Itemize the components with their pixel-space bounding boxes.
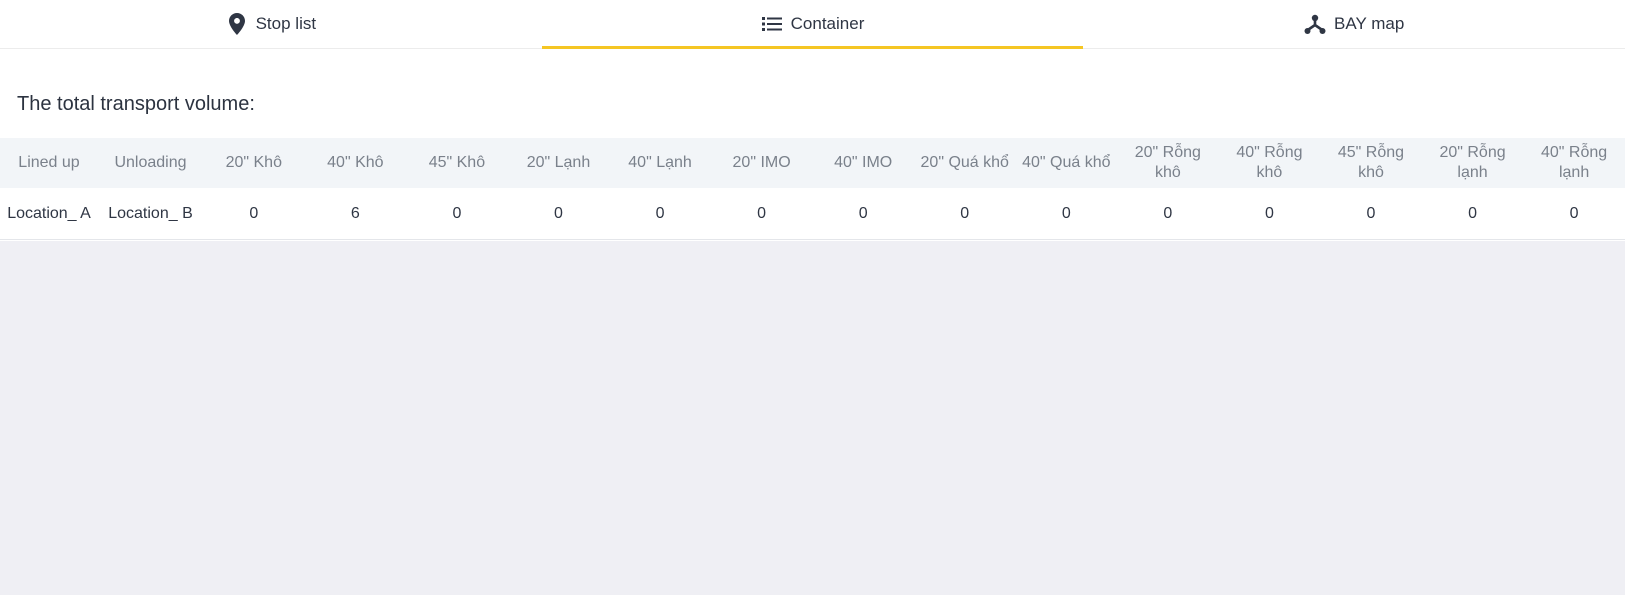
tab-label: Container	[790, 14, 865, 33]
table-cell: Location_ B	[98, 188, 203, 240]
tab-container[interactable]: Container	[541, 0, 1084, 49]
table-cell: 0	[1015, 188, 1118, 240]
transport-volume-table: Lined up Unloading 20" Khô 40" Khô 45" Khô 20…	[0, 138, 1625, 240]
section-title: The total transport volume:	[17, 93, 255, 115]
table-header-cell: 20" Lạnh	[507, 138, 610, 188]
table-cell: Location_ A	[0, 188, 98, 240]
table-header-cell: 20" Quá khổ	[913, 138, 1016, 188]
table-header-cell: 40" Rỗng khô	[1218, 138, 1321, 188]
table-cell: 0	[913, 188, 1016, 240]
table-cell: 0	[1320, 188, 1422, 240]
table-header-cell: 20" Rỗng khô	[1117, 138, 1219, 188]
tab-label: Stop list	[255, 14, 317, 33]
table-cell: 0	[710, 188, 813, 240]
table-header-cell: Lined up	[0, 138, 98, 188]
table-header-cell: 20" IMO	[710, 138, 813, 188]
table-header-cell: 40" Lạnh	[609, 138, 711, 188]
table-cell: 0	[507, 188, 610, 240]
table-cell: 0	[812, 188, 914, 240]
map-pin-icon	[226, 13, 248, 35]
table-header-cell: Unloading	[98, 138, 203, 188]
table-cell: 0	[1421, 188, 1524, 240]
table-cell: 0	[203, 188, 305, 240]
tab-stop-list[interactable]: Stop list	[0, 0, 542, 48]
table-cell: 0	[1117, 188, 1219, 240]
tab-label: BAY map	[1334, 14, 1405, 33]
table-header-cell: 45" Khô	[406, 138, 508, 188]
table-cell: 0	[1523, 188, 1625, 240]
table-cell: 0	[1218, 188, 1321, 240]
table-header-cell: 40" IMO	[812, 138, 914, 188]
list-icon	[761, 13, 783, 35]
table-header-cell: 40" Khô	[304, 138, 407, 188]
tab-bar: Stop list Container BAY map	[0, 0, 1625, 49]
table-cell: 0	[406, 188, 508, 240]
table-cell: 6	[304, 188, 407, 240]
table-cell: 0	[609, 188, 711, 240]
table-header-cell: 45" Rỗng khô	[1320, 138, 1422, 188]
table-header-cell: 40" Rỗng lạnh	[1523, 138, 1625, 188]
tab-bay-map[interactable]: BAY map	[1083, 0, 1625, 48]
container-panel: The total transport volume: Lined up Unlo…	[0, 49, 1625, 241]
table-header-cell: 20" Khô	[203, 138, 305, 188]
hierarchy-icon	[1304, 13, 1326, 35]
table-header-cell: 20" Rỗng lạnh	[1421, 138, 1524, 188]
table-header-cell: 40" Quá khổ	[1015, 138, 1118, 188]
